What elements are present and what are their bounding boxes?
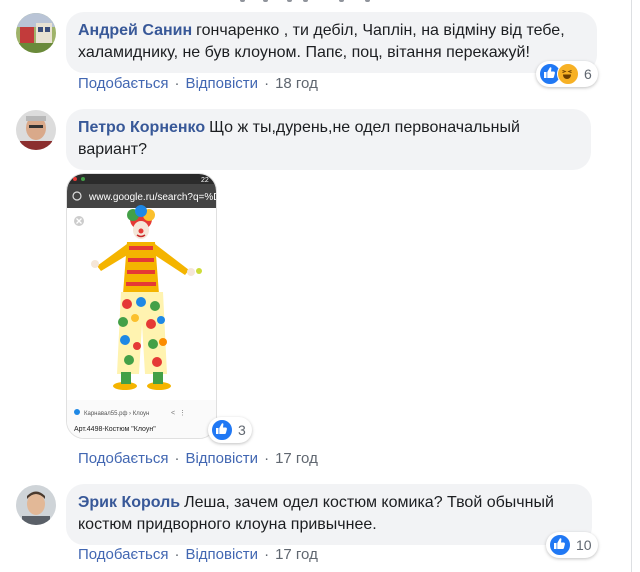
separator: ·	[174, 546, 180, 563]
comment-author[interactable]: Петро Корненко	[78, 119, 205, 136]
image-source: Карнавал55.рф › Клоун	[84, 411, 149, 417]
comment-time[interactable]: 17 год	[275, 546, 318, 563]
reaction-count: 3	[238, 422, 246, 438]
comment-time[interactable]: 18 год	[275, 75, 318, 92]
reactions-badge[interactable]: 3	[208, 417, 252, 443]
comment-bubble: Петро Корненко Що ж ты,дурень,не одел пер…	[66, 109, 591, 170]
reply-link[interactable]: Відповісти	[185, 75, 258, 92]
close-icon	[74, 216, 84, 226]
comment-bubble: Эрик Король Леша, зачем одел костюм комик…	[66, 484, 592, 545]
image-attachment[interactable]: 22 www.google.ru/search?q=%D0%	[66, 173, 217, 439]
right-divider	[631, 0, 632, 572]
separator: ·	[264, 450, 270, 467]
reaction-count: 10	[576, 537, 592, 553]
comment-actions: Подобається · Відповісти · 18 год	[78, 75, 318, 92]
reaction-count: 6	[584, 66, 592, 82]
separator: ·	[174, 75, 180, 92]
like-reaction-icon	[211, 419, 233, 441]
reply-link[interactable]: Відповісти	[185, 450, 258, 467]
avatar[interactable]	[16, 110, 56, 150]
reactions-badge[interactable]: 10	[546, 532, 598, 558]
share-icon: <	[171, 410, 175, 417]
comment-author[interactable]: Эрик Король	[78, 494, 180, 511]
comment-time[interactable]: 17 год	[275, 450, 318, 467]
like-reaction-icon	[549, 534, 571, 556]
image-caption: Арт.4498-Костюм "Клоун"	[74, 426, 156, 433]
avatar[interactable]	[16, 13, 56, 53]
reactions-badge[interactable]: 6	[536, 61, 598, 87]
comment-bubble: Андрей Санин гончаренко , ти дебіл, Чаплі…	[66, 12, 597, 73]
like-link[interactable]: Подобається	[78, 450, 168, 467]
clown-costume-image	[91, 205, 202, 390]
like-link[interactable]: Подобається	[78, 546, 168, 563]
haha-reaction-icon	[557, 63, 579, 85]
more-icon: ⋮	[179, 410, 186, 417]
phone-status-bar	[67, 174, 216, 184]
comment-actions: Подобається · Відповісти · 17 год	[78, 450, 318, 467]
comment-actions: Подобається · Відповісти · 17 год	[78, 546, 318, 563]
reply-link[interactable]: Відповісти	[185, 546, 258, 563]
comment-author[interactable]: Андрей Санин	[78, 22, 192, 39]
status-time: 22	[201, 177, 209, 184]
like-link[interactable]: Подобається	[78, 75, 168, 92]
previous-comment-fragment	[240, 0, 380, 2]
separator: ·	[174, 450, 180, 467]
url-text: www.google.ru/search?q=%D0%	[88, 192, 217, 203]
separator: ·	[264, 75, 270, 92]
separator: ·	[264, 546, 270, 563]
avatar[interactable]	[16, 485, 56, 525]
